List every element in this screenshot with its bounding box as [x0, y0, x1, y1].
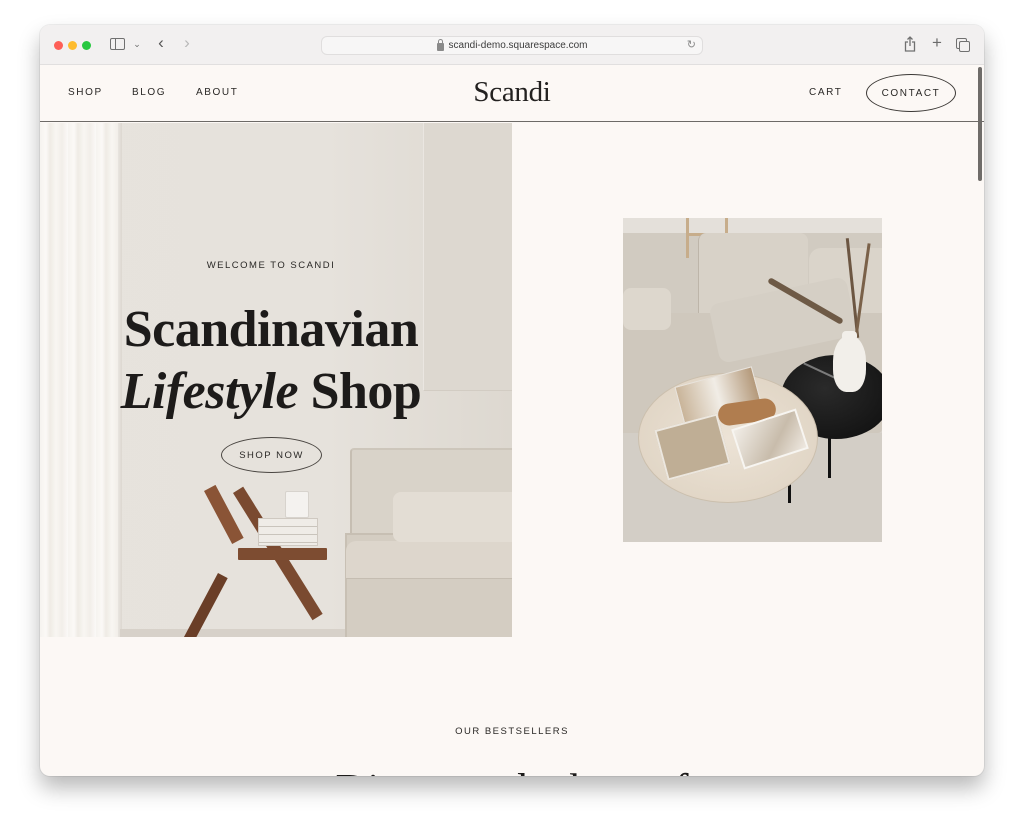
- close-window-icon[interactable]: [54, 41, 63, 50]
- vase-graphic: [833, 331, 866, 392]
- bestsellers-eyebrow: OUR BESTSELLERS: [455, 726, 569, 737]
- site-header: SHOP BLOG ABOUT Scandi CART CONTACT: [40, 65, 984, 122]
- browser-toolbar: ⌄ ‹ › scandi-demo.squarespace.com ↻ +: [40, 25, 984, 65]
- browser-window: ⌄ ‹ › scandi-demo.squarespace.com ↻ + SH…: [40, 25, 984, 776]
- url-text: scandi-demo.squarespace.com: [448, 40, 588, 51]
- bestsellers-heading-text: Discover the best of: [40, 765, 984, 776]
- lock-icon: [436, 38, 444, 51]
- address-bar[interactable]: scandi-demo.squarespace.com ↻: [321, 36, 703, 55]
- minimize-window-icon[interactable]: [68, 41, 77, 50]
- headline-rest: Shop: [298, 363, 422, 420]
- headline-italic: Lifestyle: [120, 363, 299, 420]
- sidebar-toggle-icon[interactable]: [110, 38, 125, 50]
- hero-content: WELCOME TO SCANDI Scandinavian Lifestyle…: [40, 123, 512, 637]
- pillow-graphic: [623, 288, 671, 330]
- new-tab-icon[interactable]: +: [930, 33, 944, 53]
- hero-headline: Scandinavian Lifestyle Shop: [40, 299, 502, 423]
- scrollbar-thumb[interactable]: [978, 67, 982, 181]
- bestsellers-heading: Discover the best of: [40, 765, 984, 776]
- zoom-window-icon[interactable]: [82, 41, 91, 50]
- contact-button[interactable]: CONTACT: [866, 74, 956, 112]
- shop-now-button[interactable]: SHOP NOW: [221, 437, 322, 473]
- reload-icon[interactable]: ↻: [687, 38, 696, 51]
- chevron-down-icon[interactable]: ⌄: [132, 35, 142, 53]
- forward-icon[interactable]: ›: [180, 32, 194, 54]
- share-icon[interactable]: [904, 36, 916, 52]
- tab-overview-icon[interactable]: [956, 38, 970, 52]
- table-leg-graphic: [828, 436, 831, 478]
- back-icon[interactable]: ‹: [154, 32, 168, 54]
- headline-line1: Scandinavian: [123, 301, 419, 358]
- living-room-image: [623, 218, 882, 542]
- hero-eyebrow: WELCOME TO SCANDI: [206, 260, 336, 271]
- nav-cart[interactable]: CART: [809, 87, 842, 98]
